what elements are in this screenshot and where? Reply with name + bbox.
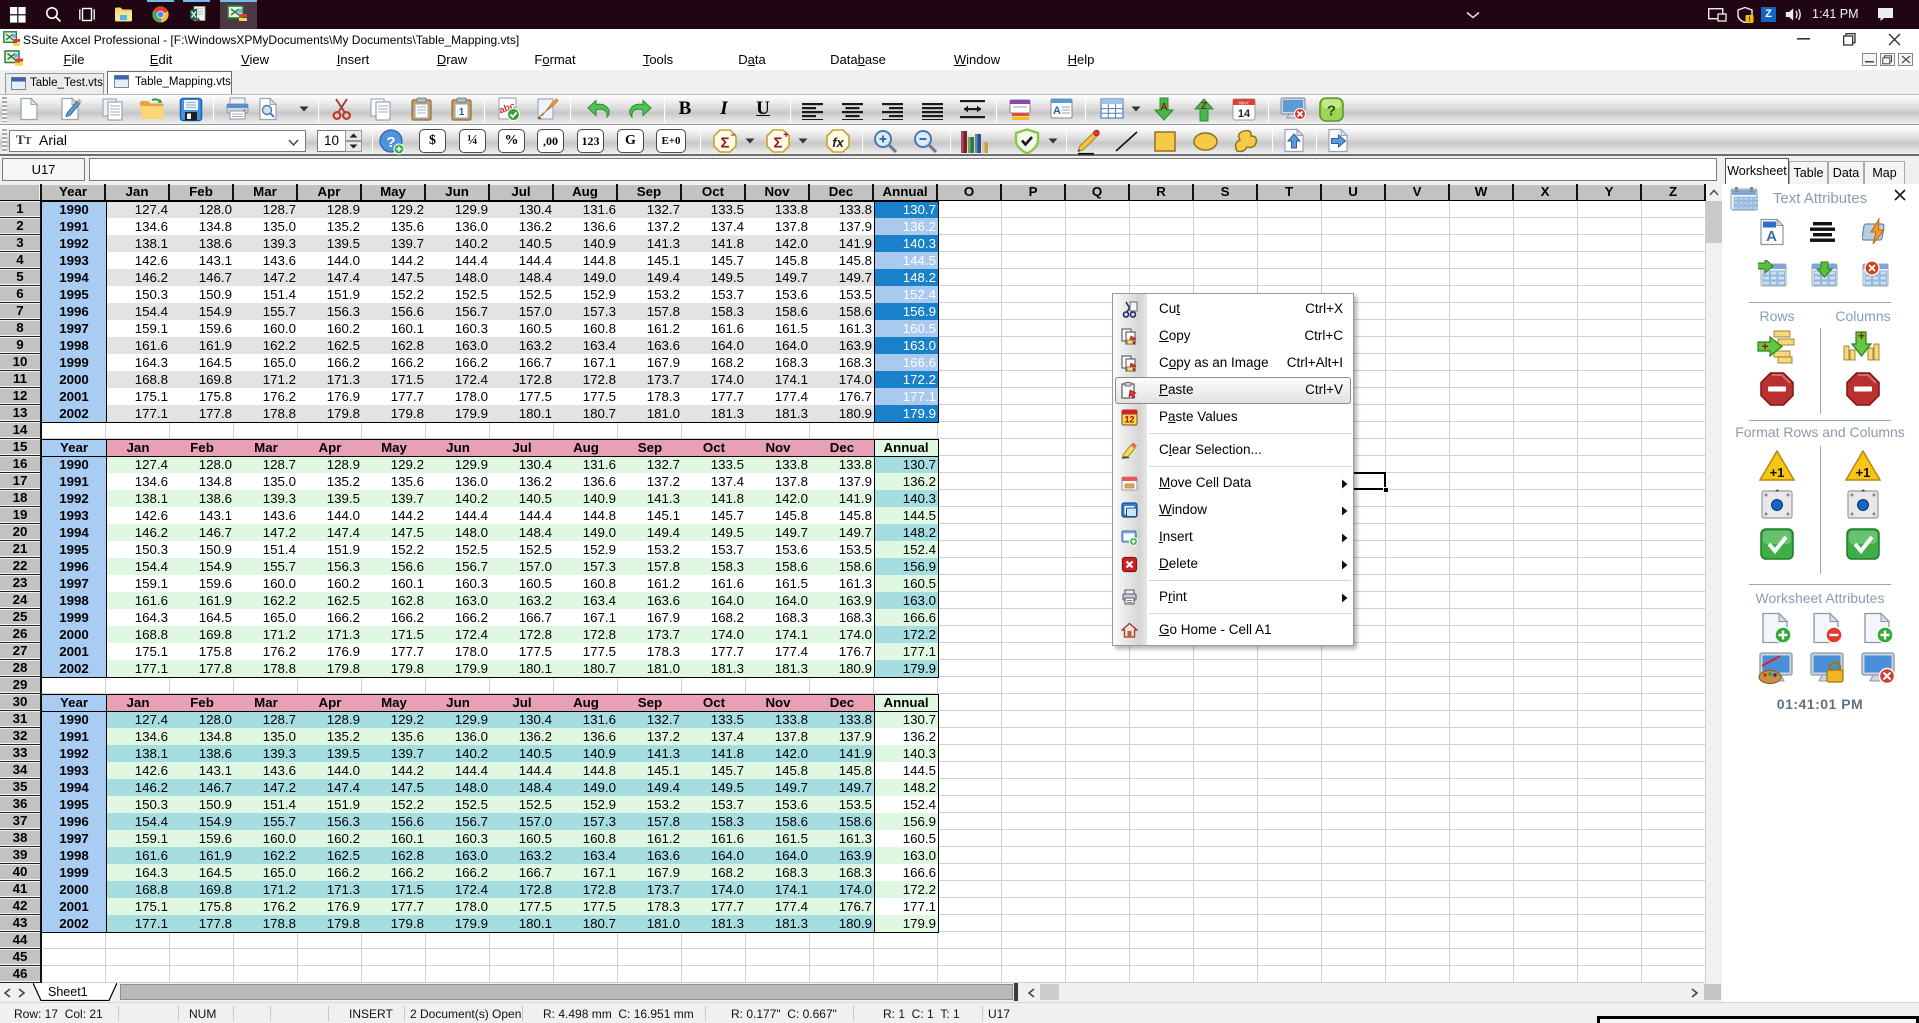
svg-text:?: ? [1327,103,1336,120]
svg-text:1: 1 [459,107,465,118]
svg-text:+1: +1 [1770,465,1785,480]
svg-text:Z: Z [1201,101,1207,112]
svg-text:Σ: Σ [720,135,729,152]
svg-text:!: ! [1748,15,1751,23]
svg-text:A: A [1160,102,1167,113]
svg-text:Σ: Σ [773,135,782,152]
svg-text:fx: fx [832,135,844,150]
svg-text:+1: +1 [1856,465,1871,480]
svg-text:+: + [1858,329,1865,343]
svg-text:+: + [783,130,789,141]
svg-text:14: 14 [1238,108,1251,120]
svg-text:+: + [1761,340,1768,354]
svg-text:12: 12 [1124,415,1134,425]
svg-text:A: A [1766,228,1777,245]
svg-text:−: − [730,130,735,140]
svg-text:MAY: MAY [1239,100,1248,105]
svg-text:A: A [1053,105,1061,117]
